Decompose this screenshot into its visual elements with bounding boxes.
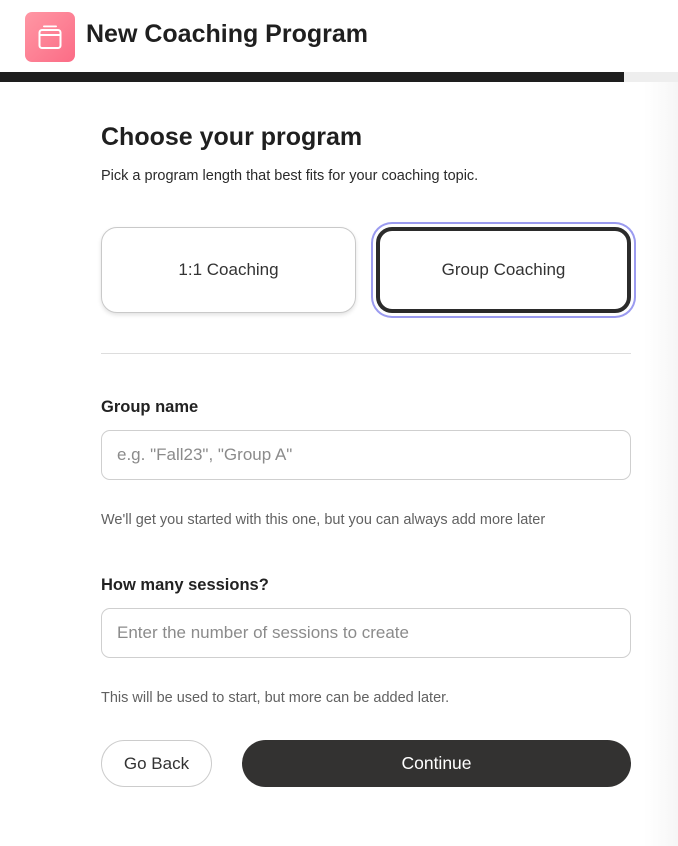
- stack-icon: [38, 25, 62, 49]
- step-subheading: Pick a program length that best fits for…: [101, 168, 479, 184]
- section-divider: [101, 353, 631, 354]
- continue-button[interactable]: Continue: [242, 740, 631, 787]
- sessions-input[interactable]: [101, 608, 631, 658]
- sessions-label: How many sessions?: [101, 576, 269, 594]
- progress-bar: [0, 72, 678, 82]
- group-name-label: Group name: [101, 398, 199, 416]
- progress-bar-fill: [0, 72, 624, 82]
- option-label: 1:1 Coaching: [178, 260, 279, 279]
- page-title: New Coaching Program: [86, 20, 368, 48]
- option-group-coaching[interactable]: Group Coaching: [376, 227, 631, 313]
- group-name-input[interactable]: [101, 430, 631, 480]
- app-icon: [25, 12, 75, 62]
- option-label: Group Coaching: [441, 260, 566, 279]
- go-back-button[interactable]: Go Back: [101, 740, 212, 787]
- option-one-on-one-coaching[interactable]: 1:1 Coaching: [101, 227, 356, 313]
- sessions-helper: This will be used to start, but more can…: [101, 690, 450, 706]
- step-heading: Choose your program: [101, 123, 363, 151]
- right-edge-shadow: [644, 82, 678, 846]
- header: New Coaching Program: [0, 0, 678, 72]
- group-name-helper: We'll get you started with this one, but…: [101, 512, 546, 528]
